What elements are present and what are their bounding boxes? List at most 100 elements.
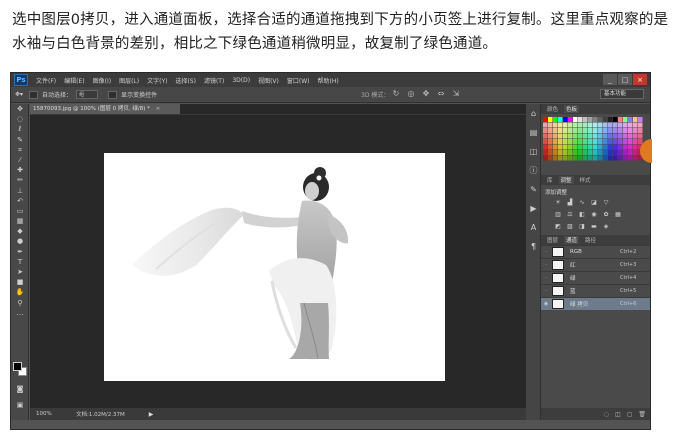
eyedropper-icon[interactable]: ⁄ — [11, 155, 29, 165]
move-icon[interactable]: ✥ — [11, 104, 29, 114]
menu-image[interactable]: 图像(I) — [93, 76, 111, 85]
swatch-cell[interactable] — [543, 150, 548, 155]
swatch-cell[interactable] — [578, 117, 583, 122]
history-panel-icon[interactable]: ⌂ — [526, 104, 541, 123]
swatch-cell[interactable] — [583, 144, 588, 150]
swatch-cell[interactable] — [578, 150, 583, 155]
black-white-icon[interactable]: ◧ — [577, 211, 587, 219]
swatch-cell[interactable] — [588, 128, 593, 133]
maximize-button[interactable]: □ — [618, 74, 632, 85]
swatch-cell[interactable] — [553, 155, 558, 161]
menu-edit[interactable]: 编辑(E) — [64, 76, 84, 85]
menu-filter[interactable]: 滤镜(T) — [204, 76, 224, 85]
swatch-cell[interactable] — [548, 133, 553, 139]
swatch-cell[interactable] — [603, 144, 608, 150]
swatch-cell[interactable] — [603, 150, 608, 155]
swatch-cell[interactable] — [588, 150, 593, 155]
hue-saturation-icon[interactable]: ▥ — [553, 211, 563, 219]
roll-3d-icon[interactable]: ◎ — [406, 89, 416, 99]
swatch-cell[interactable] — [633, 139, 638, 144]
swatch-cell[interactable] — [613, 133, 618, 139]
menu-select[interactable]: 选择(S) — [175, 76, 196, 85]
properties-panel-icon[interactable]: ▤ — [526, 123, 541, 142]
swatch-cell[interactable] — [563, 117, 568, 122]
foreground-color[interactable] — [13, 362, 22, 371]
swatch-cell[interactable] — [633, 144, 638, 150]
swatch-cell[interactable] — [618, 139, 623, 144]
type-icon[interactable]: T — [11, 257, 29, 267]
swatch-cell[interactable] — [543, 155, 548, 161]
swatch-cell[interactable] — [623, 150, 628, 155]
swatch-cell[interactable] — [553, 139, 558, 144]
exposure-icon[interactable]: ◪ — [589, 199, 599, 207]
swatch-cell[interactable] — [628, 155, 633, 161]
visibility-icon[interactable]: · — [541, 249, 551, 255]
swatch-cell[interactable] — [583, 139, 588, 144]
channel-row-rgb[interactable]: · RGB Ctrl+2 — [541, 245, 650, 258]
swatch-cell[interactable] — [638, 117, 643, 122]
close-button[interactable]: × — [633, 74, 647, 85]
swatch-cell[interactable] — [588, 133, 593, 139]
swatch-cell[interactable] — [598, 139, 603, 144]
channel-mixer-icon[interactable]: ✿ — [601, 211, 611, 219]
swatch-cell[interactable] — [543, 122, 548, 128]
gradient-map-icon[interactable]: ▬ — [589, 223, 599, 231]
hand-icon[interactable]: ✋ — [11, 287, 29, 297]
swatch-cell[interactable] — [543, 139, 548, 144]
tab-color[interactable]: 颜色 — [545, 105, 560, 113]
swatch-cell[interactable] — [548, 155, 553, 161]
save-selection-icon[interactable]: ◫ — [615, 411, 621, 418]
swatch-cell[interactable] — [603, 117, 608, 122]
swatch-cell[interactable] — [613, 155, 618, 161]
swatch-cell[interactable] — [623, 139, 628, 144]
menu-type[interactable]: 文字(Y) — [147, 76, 167, 85]
workspace-select[interactable]: 基本功能 — [600, 89, 644, 99]
swatch-cell[interactable] — [588, 139, 593, 144]
levels-icon[interactable]: ▟ — [565, 199, 575, 207]
swatch-cell[interactable] — [563, 155, 568, 161]
swatch-cell[interactable] — [623, 133, 628, 139]
swatch-cell[interactable] — [578, 133, 583, 139]
swatch-cell[interactable] — [583, 122, 588, 128]
swatch-cell[interactable] — [578, 139, 583, 144]
swatch-cell[interactable] — [613, 128, 618, 133]
drag-3d-icon[interactable]: ✥ — [421, 89, 431, 99]
show-transform-checkbox[interactable] — [108, 90, 118, 99]
tab-layers[interactable]: 图层 — [545, 236, 560, 244]
swatch-cell[interactable] — [563, 139, 568, 144]
swatch-cell[interactable] — [593, 122, 598, 128]
swatch-cell[interactable] — [593, 144, 598, 150]
swatch-cell[interactable] — [558, 122, 563, 128]
path-select-icon[interactable]: ➤ — [11, 267, 29, 277]
new-channel-icon[interactable]: ▢ — [627, 411, 633, 418]
swatch-cell[interactable] — [613, 150, 618, 155]
actions-panel-icon[interactable]: ▶ — [526, 199, 541, 218]
swatch-cell[interactable] — [613, 139, 618, 144]
eraser-icon[interactable]: ▭ — [11, 206, 29, 216]
swatch-cell[interactable] — [608, 128, 613, 133]
swatch-cell[interactable] — [628, 117, 633, 122]
swatch-cell[interactable] — [553, 150, 558, 155]
swatch-cell[interactable] — [568, 139, 573, 144]
swatch-cell[interactable] — [598, 133, 603, 139]
minimize-button[interactable]: _ — [603, 74, 617, 85]
swatch-cell[interactable] — [578, 122, 583, 128]
channel-row-green[interactable]: · 绿 Ctrl+4 — [541, 271, 650, 284]
swatch-cell[interactable] — [598, 155, 603, 161]
channel-row-red[interactable]: · 红 Ctrl+3 — [541, 258, 650, 271]
swatch-cell[interactable] — [573, 155, 578, 161]
tab-swatches[interactable]: 色板 — [564, 105, 580, 113]
swatch-cell[interactable] — [568, 133, 573, 139]
swatch-cell[interactable] — [603, 139, 608, 144]
swatch-cell[interactable] — [618, 133, 623, 139]
auto-select-checkbox[interactable] — [29, 90, 39, 99]
menu-view[interactable]: 视图(V) — [258, 76, 279, 85]
scale-3d-icon[interactable]: ⇲ — [451, 89, 461, 99]
swatch-cell[interactable] — [548, 150, 553, 155]
swatch-cell[interactable] — [608, 133, 613, 139]
swatch-cell[interactable] — [573, 150, 578, 155]
brush-icon[interactable]: ✏ — [11, 175, 29, 185]
swatch-cell[interactable] — [563, 133, 568, 139]
auto-select-dropdown[interactable]: 组 — [76, 90, 99, 99]
swatch-cell[interactable] — [553, 128, 558, 133]
